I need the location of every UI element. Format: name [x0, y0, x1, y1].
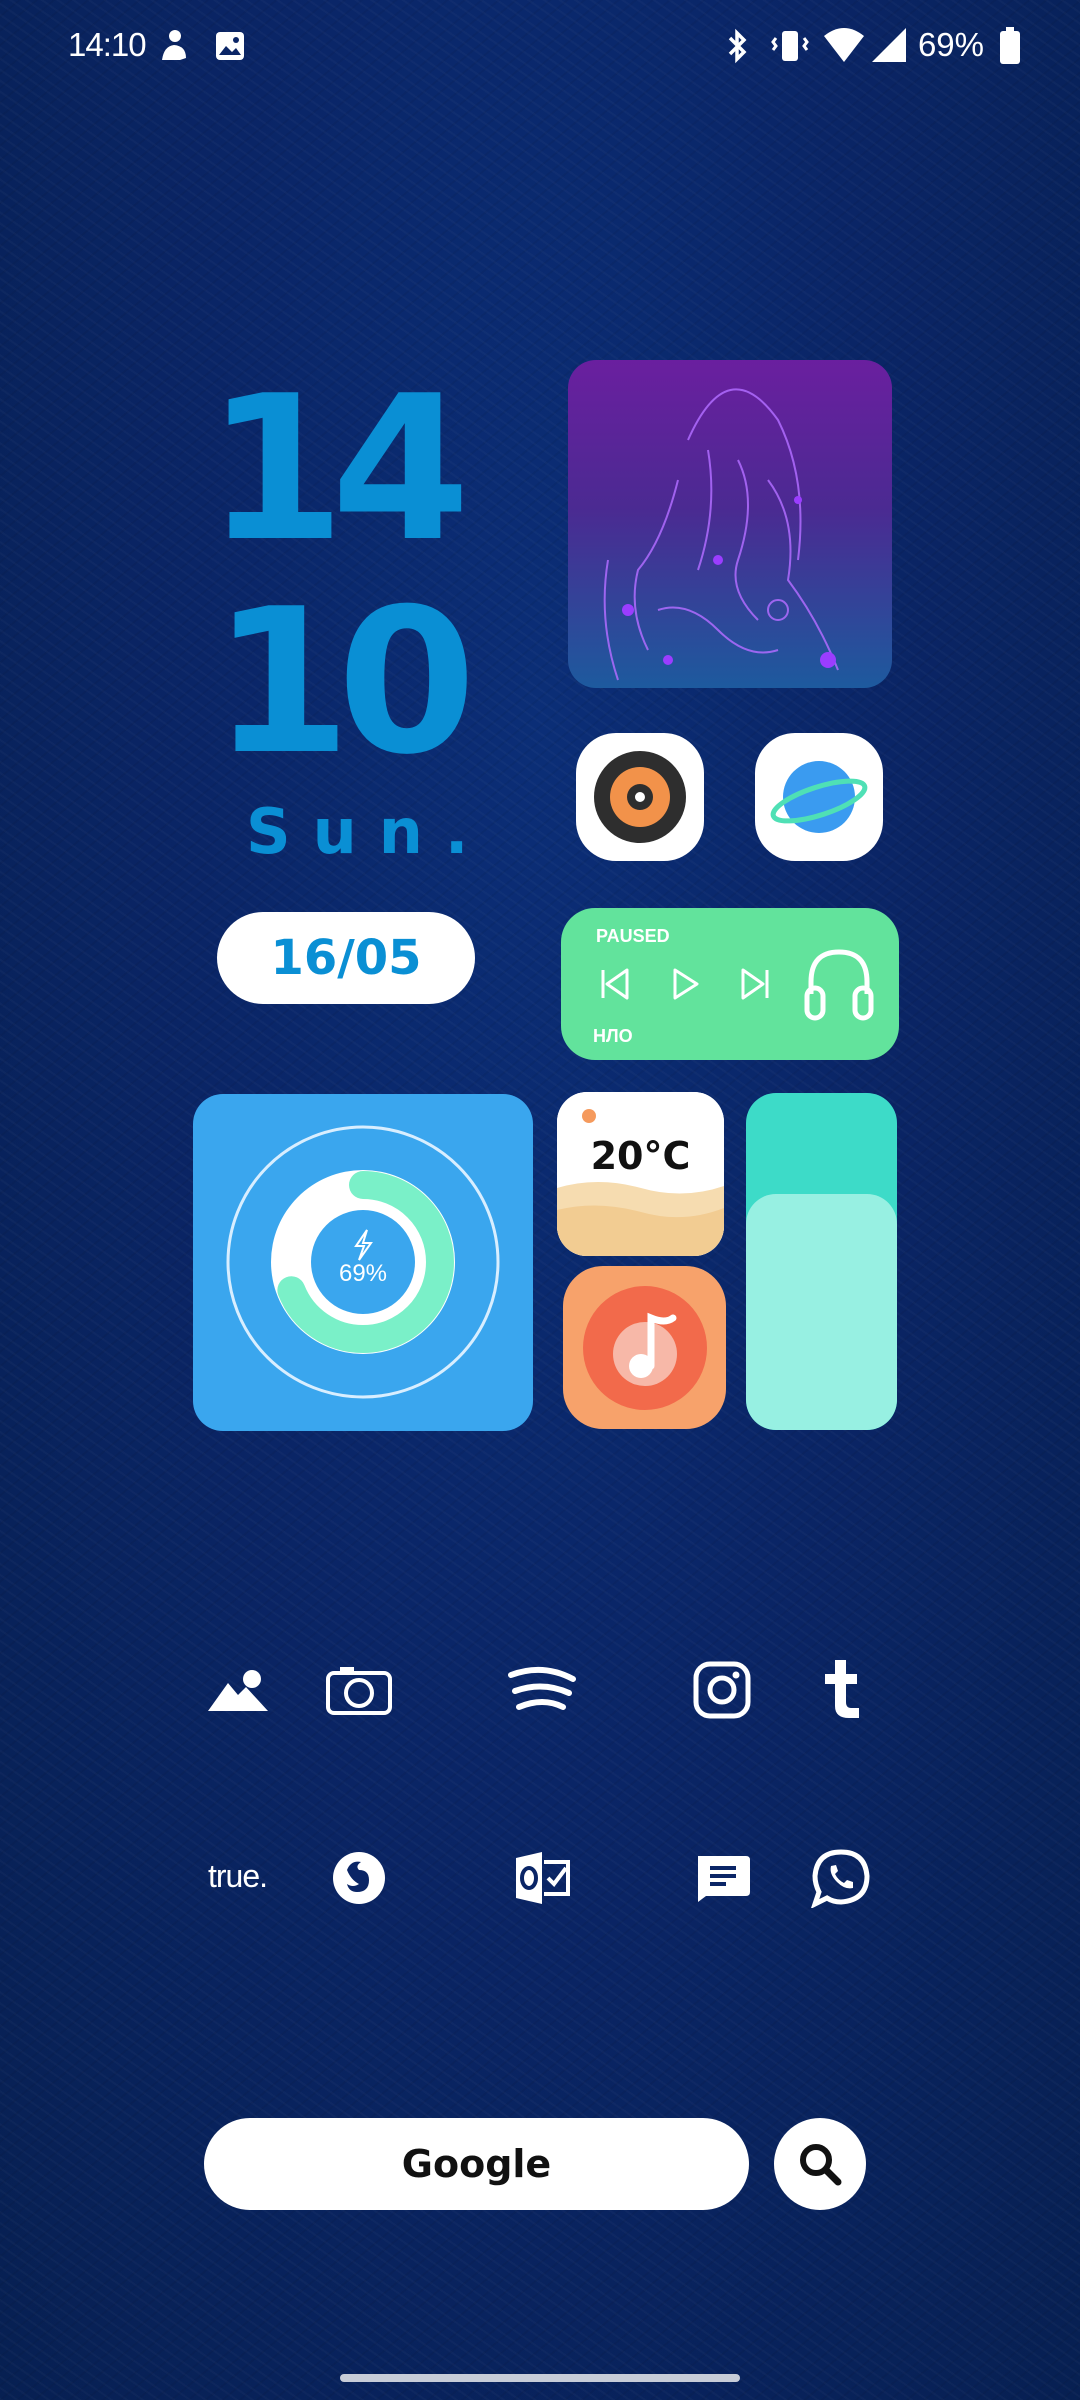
- search-button[interactable]: [774, 2118, 866, 2210]
- home-indicator[interactable]: [340, 2374, 740, 2382]
- wifi-icon: [824, 28, 864, 62]
- messages-app[interactable]: [686, 1842, 758, 1914]
- true-app-label: true.: [208, 1858, 268, 1894]
- vibrate-icon: [771, 31, 809, 61]
- headphones-icon: [804, 949, 874, 1021]
- search-icon: [800, 2144, 842, 2186]
- messages-icon: [698, 1856, 750, 1902]
- instagram-app[interactable]: [686, 1654, 758, 1726]
- whatsapp-icon: [811, 1849, 870, 1908]
- music-widget[interactable]: PAUSED НЛО: [561, 908, 899, 1060]
- firefox-icon: [333, 1852, 385, 1904]
- search-label: Google: [401, 2142, 552, 2186]
- music-track: НЛО: [593, 1026, 633, 1046]
- spotify-icon: [508, 1666, 576, 1710]
- bluetooth-icon: [728, 28, 747, 64]
- music-status: PAUSED: [596, 926, 670, 946]
- firefox-app[interactable]: [323, 1842, 395, 1914]
- date-label: 16/05: [270, 930, 422, 986]
- clock-day: Sun.: [246, 795, 491, 868]
- podcast-app[interactable]: [576, 733, 704, 861]
- gallery-icon: [216, 32, 244, 60]
- volume-slider[interactable]: [746, 1093, 897, 1430]
- camera-app[interactable]: [323, 1654, 395, 1726]
- instagram-icon: [693, 1661, 751, 1719]
- spotify-app[interactable]: [506, 1654, 578, 1726]
- outlook-icon: [516, 1852, 570, 1904]
- wallpaper: [0, 0, 1080, 2400]
- gallery-app[interactable]: [202, 1654, 274, 1726]
- clock-hour: 14: [206, 353, 470, 586]
- notification-icon: [162, 30, 186, 60]
- tumblr-icon: [825, 1660, 859, 1718]
- whatsapp-app[interactable]: [805, 1842, 877, 1914]
- browser-app[interactable]: [755, 733, 883, 861]
- album-artwork[interactable]: [568, 360, 892, 688]
- next-icon[interactable]: [735, 964, 775, 1004]
- battery-percent: 69%: [338, 1260, 388, 1287]
- volume-level: [746, 1194, 897, 1430]
- battery-icon: [1000, 27, 1020, 64]
- previous-icon[interactable]: [595, 964, 635, 1004]
- camera-icon: [326, 1667, 392, 1715]
- true-app[interactable]: true.: [208, 1858, 268, 1895]
- outlook-app[interactable]: [506, 1842, 578, 1914]
- status-battery-percent: 69%: [917, 26, 984, 63]
- status-time: 14:10: [68, 26, 147, 63]
- mountain-icon: [208, 1670, 268, 1711]
- music-note-icon: [583, 1286, 707, 1410]
- play-icon[interactable]: [665, 964, 705, 1004]
- artwork-image: [603, 388, 839, 681]
- clock-minute: 10: [212, 566, 476, 799]
- vinyl-icon: [594, 751, 686, 843]
- weather-widget[interactable]: 20°C: [557, 1092, 724, 1256]
- google-search-bar[interactable]: Google: [204, 2118, 749, 2210]
- signal-icon: [872, 28, 906, 62]
- music-app[interactable]: [563, 1266, 726, 1429]
- tumblr-app[interactable]: [805, 1654, 877, 1726]
- battery-widget[interactable]: 69%: [193, 1094, 533, 1431]
- weather-temperature: 20°C: [590, 1134, 691, 1178]
- planet-icon: [770, 761, 868, 833]
- date-pill[interactable]: 16/05: [217, 912, 475, 1004]
